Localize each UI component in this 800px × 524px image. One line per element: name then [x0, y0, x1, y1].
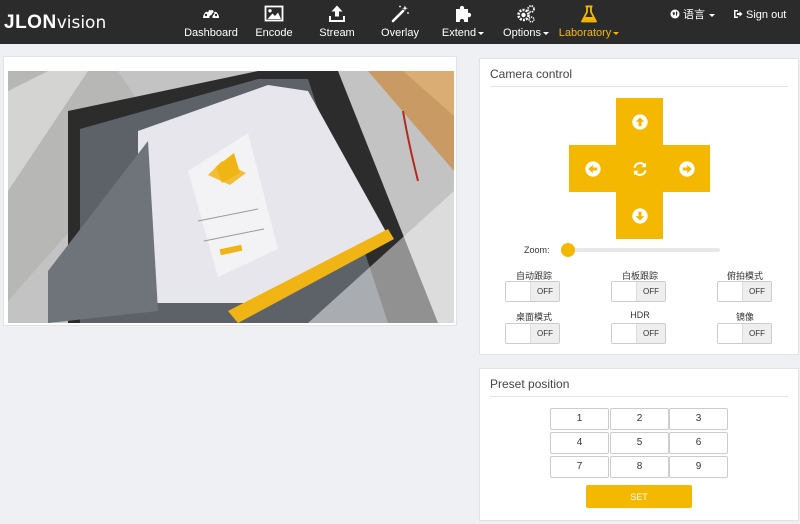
nav-overlay[interactable]: Overlay	[376, 0, 424, 44]
preset-button-8[interactable]: 8	[610, 456, 669, 478]
auto-tracking-toggle[interactable]: OFF	[505, 281, 560, 302]
preset-button-7[interactable]: 7	[550, 456, 609, 478]
toggle-knob	[612, 282, 637, 301]
zoom-slider[interactable]	[561, 243, 720, 257]
toggle-knob	[612, 324, 637, 343]
preset-button-1[interactable]: 1	[550, 408, 609, 430]
arrow-circle-left-icon	[584, 160, 601, 177]
arrow-circle-up-icon	[631, 113, 648, 130]
toggle-knob	[718, 324, 743, 343]
camera-control-panel: Camera control Zoom: 自动跟踪 白板跟踪 俯拍模式 OFF …	[479, 58, 799, 355]
preset-button-6[interactable]: 6	[669, 432, 728, 454]
panel-divider	[490, 396, 788, 397]
nav-options[interactable]: Options	[498, 0, 554, 44]
nav-stream[interactable]: Stream	[314, 0, 360, 44]
brand-logo-part2: vision	[56, 13, 107, 33]
hdr-toggle[interactable]: OFF	[611, 323, 666, 344]
nav-extend[interactable]: Extend	[436, 0, 490, 44]
pan-left-button[interactable]	[569, 145, 616, 192]
preset-button-4[interactable]: 4	[550, 432, 609, 454]
camera-video-feed[interactable]	[8, 71, 454, 323]
toggle-state: OFF	[637, 324, 665, 343]
arrow-circle-right-icon	[678, 160, 695, 177]
dashboard-gauge-icon	[203, 8, 219, 19]
sign-out-link[interactable]: Sign out	[733, 8, 786, 22]
video-preview-panel	[3, 56, 457, 326]
pan-up-button[interactable]	[616, 98, 663, 145]
toggle-knob	[506, 282, 531, 301]
preset-position-title: Preset position	[490, 377, 570, 391]
nav-overlay-label: Overlay	[381, 27, 419, 39]
nav-stream-label: Stream	[319, 27, 355, 39]
mirror-toggle[interactable]: OFF	[717, 323, 772, 344]
nav-options-text: Options	[503, 27, 541, 39]
pan-down-button[interactable]	[616, 192, 663, 239]
desktop-mode-toggle[interactable]: OFF	[505, 323, 560, 344]
pan-right-button[interactable]	[663, 145, 710, 192]
preset-button-9[interactable]: 9	[669, 456, 728, 478]
language-dropdown[interactable]: 语言	[670, 8, 715, 22]
nav-dashboard-label: Dashboard	[184, 27, 238, 39]
flask-icon	[581, 5, 597, 23]
chevron-down-icon	[542, 31, 549, 35]
brand-logo-part1: JLON	[4, 12, 57, 33]
whiteboard-tracking-toggle[interactable]: OFF	[611, 281, 666, 302]
gears-icon	[517, 5, 535, 23]
brand-logo: JLONvision	[4, 11, 106, 35]
overhead-mode-toggle[interactable]: OFF	[717, 281, 772, 302]
toggle-knob	[718, 282, 743, 301]
preset-set-button[interactable]: SET	[586, 485, 692, 508]
chevron-down-icon	[709, 13, 715, 17]
preset-button-2[interactable]: 2	[610, 408, 669, 430]
toggle-state: OFF	[531, 324, 559, 343]
toggle-state: OFF	[531, 282, 559, 301]
preset-position-panel: Preset position 1 2 3 4 5 6 7 8 9 SET	[479, 368, 799, 521]
mirror-label: 镜像	[735, 312, 754, 322]
sign-out-label: Sign out	[746, 9, 787, 21]
preset-button-3[interactable]: 3	[669, 408, 728, 430]
globe-icon	[670, 9, 680, 19]
camera-feed-image	[8, 71, 454, 323]
refresh-icon	[632, 161, 647, 176]
top-navbar: JLONvision Dashboard Encode Stream Overl…	[0, 0, 800, 44]
toggle-state: OFF	[743, 324, 771, 343]
preset-button-5[interactable]: 5	[610, 432, 669, 454]
camera-control-title: Camera control	[490, 67, 573, 81]
upload-icon	[329, 5, 345, 22]
panel-divider	[490, 86, 788, 87]
toggle-knob	[506, 324, 531, 343]
image-icon	[264, 5, 284, 22]
chevron-down-icon	[613, 31, 620, 35]
puzzle-piece-icon	[456, 5, 472, 22]
magic-wand-icon	[391, 5, 409, 23]
toggle-state: OFF	[637, 282, 665, 301]
nav-options-label: Options	[498, 27, 554, 39]
nav-dashboard[interactable]: Dashboard	[180, 0, 242, 44]
ptz-reset-button[interactable]	[616, 145, 663, 192]
toggle-state: OFF	[743, 282, 771, 301]
nav-encode[interactable]: Encode	[250, 0, 298, 44]
arrow-circle-down-icon	[631, 207, 648, 224]
chevron-down-icon	[478, 31, 485, 35]
nav-extend-label: Extend	[436, 27, 490, 39]
hdr-label: HDR	[630, 310, 650, 320]
sign-out-icon	[734, 10, 743, 18]
language-label: 语言	[683, 9, 705, 21]
nav-laboratory-text: Laboratory	[558, 27, 612, 39]
nav-laboratory-label: Laboratory	[558, 27, 620, 39]
nav-laboratory[interactable]: Laboratory	[558, 0, 620, 44]
nav-encode-label: Encode	[255, 27, 293, 39]
zoom-slider-handle[interactable]	[561, 243, 575, 257]
nav-extend-text: Extend	[441, 27, 477, 39]
zoom-label: Zoom:	[524, 245, 550, 255]
desktop-mode-label: 桌面模式	[515, 312, 552, 322]
